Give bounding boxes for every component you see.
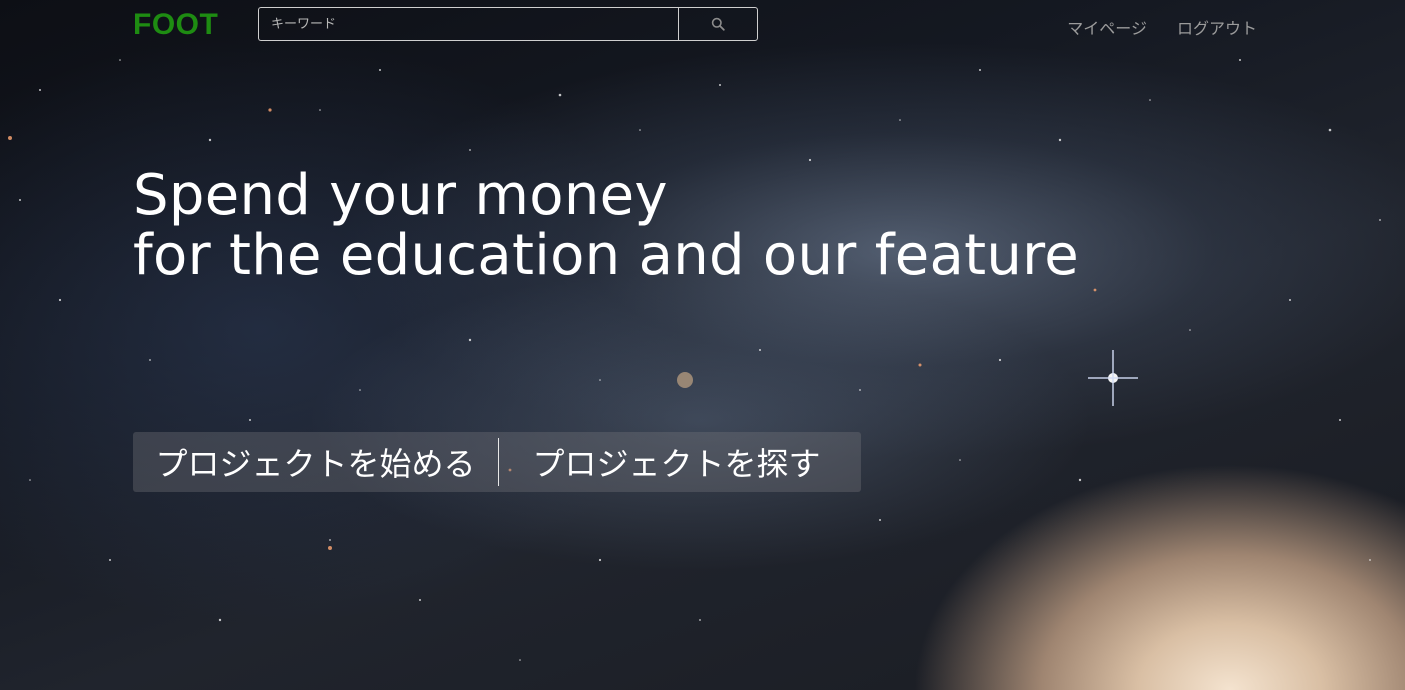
- mypage-link[interactable]: マイページ: [1067, 15, 1147, 39]
- find-project-button[interactable]: プロジェクトを探す: [499, 432, 854, 492]
- navbar: FOOT マイページ ログアウト: [0, 0, 1405, 50]
- hero-title: Spend your money for the education and o…: [133, 166, 1079, 286]
- logout-link[interactable]: ログアウト: [1177, 15, 1257, 39]
- nav-links: マイページ ログアウト: [1067, 15, 1257, 39]
- page: FOOT マイページ ログアウト Spend your money for th…: [0, 0, 1405, 690]
- search-button[interactable]: [678, 7, 758, 41]
- hero-title-line-2: for the education and our feature: [133, 223, 1079, 288]
- search-input[interactable]: [258, 7, 678, 41]
- search-form: [258, 7, 758, 41]
- galaxy-background: [8, 59, 1381, 661]
- brand-logo[interactable]: FOOT: [133, 8, 218, 42]
- cta-button-group: プロジェクトを始める プロジェクトを探す: [133, 432, 861, 492]
- search-icon: [711, 17, 725, 31]
- hero-title-line-1: Spend your money: [133, 163, 668, 228]
- start-project-button[interactable]: プロジェクトを始める: [133, 432, 498, 492]
